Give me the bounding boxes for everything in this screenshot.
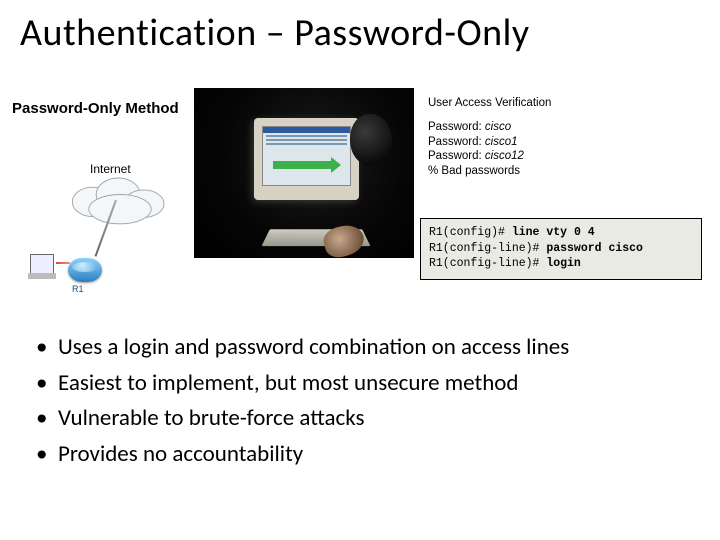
monitor-icon — [254, 118, 359, 200]
password-attempt: Password: cisco1 — [428, 135, 551, 149]
hacker-illustration — [194, 88, 414, 258]
network-diagram: Internet R1 — [30, 130, 190, 290]
silhouette-head-icon — [350, 114, 392, 166]
router-icon — [68, 258, 102, 282]
bullet-list: •Uses a login and password combination o… — [34, 330, 690, 473]
terminal-header: User Access Verification — [428, 96, 551, 110]
config-code-block: R1(config)# line vty 0 4 R1(config-line)… — [420, 218, 702, 280]
terminal-output: User Access Verification Password: cisco… — [428, 96, 551, 178]
bullet-icon: • — [34, 366, 58, 402]
bullet-icon: • — [34, 401, 58, 437]
list-item: •Provides no accountability — [34, 437, 690, 473]
bullet-icon: • — [34, 330, 58, 366]
attack-arrow-icon — [273, 161, 333, 169]
pc-icon — [30, 254, 54, 274]
slide-title: Authentication – Password-Only — [20, 10, 530, 56]
hand-icon — [321, 221, 367, 258]
code-line: R1(config-line)# login — [429, 257, 581, 270]
code-line: R1(config-line)# password cisco — [429, 242, 643, 255]
screen-icon — [262, 126, 351, 186]
cloud-icon — [65, 174, 175, 226]
terminal-fail-msg: % Bad passwords — [428, 164, 551, 178]
lan-line-icon — [56, 262, 70, 264]
password-attempt: Password: cisco12 — [428, 149, 551, 163]
bullet-icon: • — [34, 437, 58, 473]
slide: Authentication – Password-Only Password-… — [0, 0, 720, 540]
list-item: •Easiest to implement, but most unsecure… — [34, 366, 690, 402]
list-item: •Uses a login and password combination o… — [34, 330, 690, 366]
internet-label: Internet — [90, 162, 131, 176]
method-label: Password-Only Method — [12, 100, 179, 117]
list-item: •Vulnerable to brute-force attacks — [34, 401, 690, 437]
password-attempt: Password: cisco — [428, 120, 551, 134]
router-label: R1 — [72, 284, 84, 294]
code-line: R1(config)# line vty 0 4 — [429, 226, 595, 239]
